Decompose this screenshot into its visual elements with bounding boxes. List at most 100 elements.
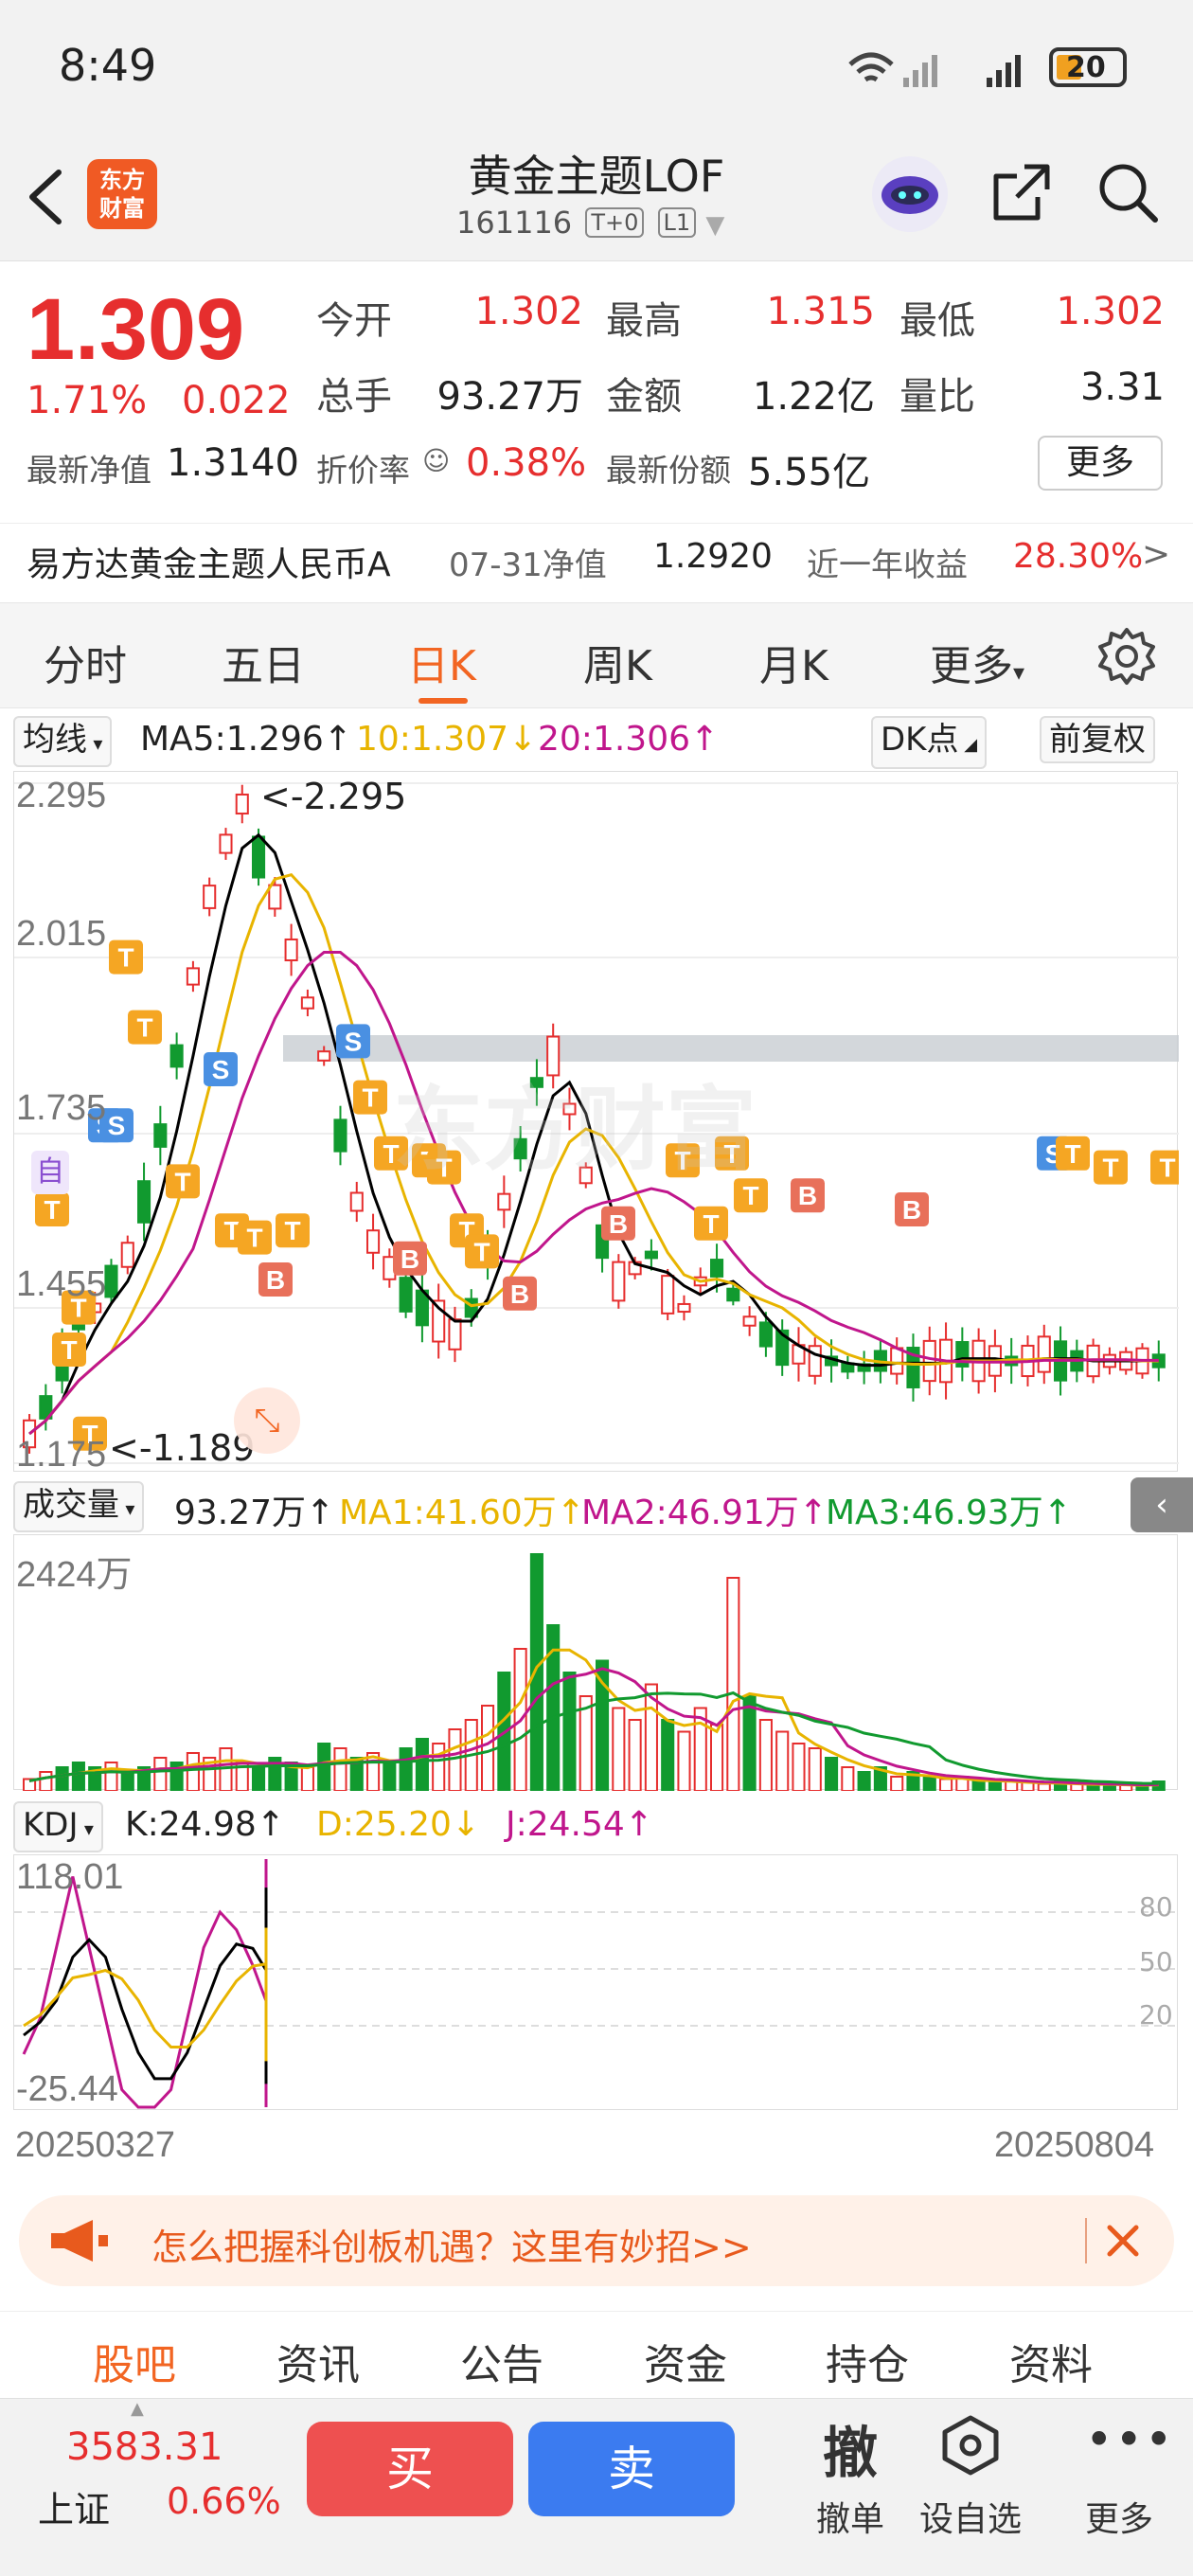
change-percent: 1.71% bbox=[27, 379, 148, 422]
y-label-1175: 1.175 bbox=[16, 1435, 107, 1475]
signal-badge-letter: T bbox=[1159, 1154, 1175, 1183]
kdj-chart[interactable]: 118.01 -25.44 80 50 20 bbox=[13, 1854, 1179, 2110]
ma-legend-bar: 均线 ▾ MA5:1.296↑ 10:1.307↓ 20:1.306↑ DK点 … bbox=[0, 712, 1193, 769]
candle-body bbox=[890, 1347, 904, 1375]
info-icon[interactable]: ☺ bbox=[422, 445, 450, 476]
tab-more[interactable]: 更多▾ bbox=[930, 632, 1024, 692]
index-caret-icon: ▲ bbox=[131, 2399, 144, 2419]
dk-point-button[interactable]: DK点 ◢ bbox=[871, 716, 988, 769]
candle-body bbox=[203, 885, 217, 909]
amount-label: 金额 bbox=[606, 375, 682, 419]
search-icon[interactable] bbox=[1095, 159, 1161, 225]
candle-body bbox=[349, 1191, 364, 1212]
nav-value: 1.3140 bbox=[167, 441, 299, 485]
tab-monthly-k[interactable]: 月K bbox=[759, 632, 828, 692]
change-amount: 0.022 bbox=[182, 379, 291, 422]
kline-chart[interactable]: TTTTSSTTTSTTBTSTTBTTTTBBTTTTBBSTTT 2.295… bbox=[13, 771, 1179, 1475]
vol-ma2-legend: MA2:46.91万↑ bbox=[581, 1494, 828, 1532]
volume-bar bbox=[39, 1771, 53, 1791]
tab-profile[interactable]: 资料 bbox=[1009, 2331, 1093, 2391]
withdraw-label[interactable]: 撤单 bbox=[784, 2492, 917, 2541]
open-value: 1.302 bbox=[474, 290, 583, 333]
collapse-panel-button[interactable]: ‹ bbox=[1131, 1477, 1193, 1532]
candle-body bbox=[120, 1242, 134, 1268]
vol-ma3-line bbox=[28, 1690, 1159, 1785]
volume-select[interactable]: 成交量 ▾ bbox=[13, 1481, 145, 1532]
volume-bar bbox=[661, 1719, 675, 1791]
kdj-select[interactable]: KDJ ▾ bbox=[13, 1801, 103, 1852]
kdj-legend-bar: KDJ ▾ K:24.98↑ D:25.20↓ J:24.54↑ bbox=[0, 1798, 1193, 1852]
low-value: 1.302 bbox=[1056, 290, 1165, 333]
tab-intraday[interactable]: 分时 bbox=[44, 632, 127, 692]
tab-forum[interactable]: 股吧 bbox=[93, 2331, 176, 2391]
index-percent: 0.66% bbox=[167, 2480, 281, 2522]
kdj-d-line bbox=[23, 1927, 268, 2062]
kdj-k-line bbox=[23, 1887, 268, 2084]
signal-badge-letter: T bbox=[284, 1216, 300, 1245]
candle-body bbox=[169, 1044, 184, 1068]
signal-badge-letter: T bbox=[1064, 1139, 1080, 1169]
signal-badge-letter: T bbox=[1102, 1154, 1118, 1183]
more-button[interactable]: 更多 bbox=[1038, 436, 1163, 491]
tab-weekly-k[interactable]: 周K bbox=[583, 632, 652, 692]
buy-button[interactable]: 买 bbox=[307, 2422, 513, 2516]
kdj-level-20: 20 bbox=[1139, 1999, 1173, 2030]
low-label: 最低 bbox=[899, 299, 975, 343]
settings-gear-icon[interactable] bbox=[1096, 626, 1157, 687]
robot-assistant-icon[interactable] bbox=[869, 153, 951, 235]
share-icon[interactable] bbox=[988, 159, 1055, 225]
volume-bar bbox=[628, 1719, 642, 1791]
shares-label: 最新份额 bbox=[606, 452, 731, 489]
candle-body bbox=[219, 833, 233, 854]
tab-news[interactable]: 资讯 bbox=[276, 2331, 360, 2391]
high-marker: <-2.295 bbox=[260, 776, 407, 817]
stock-code: 161116 bbox=[456, 205, 573, 241]
adjust-select[interactable]: 前复权 bbox=[1040, 716, 1155, 763]
withdraw-icon[interactable]: 撤 bbox=[793, 2408, 907, 2485]
signal-badge-letter: S bbox=[212, 1055, 230, 1084]
candle-body bbox=[710, 1259, 724, 1278]
watchlist-icon[interactable] bbox=[939, 2414, 1002, 2477]
shares-value: 5.55亿 bbox=[748, 451, 871, 494]
candle-body bbox=[153, 1123, 168, 1148]
tab-five-day[interactable]: 五日 bbox=[222, 632, 305, 692]
tab-holdings[interactable]: 持仓 bbox=[826, 2331, 909, 2391]
volume-bar bbox=[448, 1728, 462, 1791]
candle-body bbox=[235, 793, 249, 815]
watchlist-label[interactable]: 设自选 bbox=[904, 2492, 1037, 2541]
ratio-value: 3.31 bbox=[1079, 366, 1165, 409]
volume-bar bbox=[333, 1747, 347, 1791]
tab-announcements[interactable]: 公告 bbox=[460, 2331, 543, 2391]
tab-daily-k[interactable]: 日K bbox=[407, 632, 476, 692]
signal-badge-letter: B bbox=[401, 1244, 419, 1274]
volume-bar bbox=[939, 1778, 953, 1791]
ad-banner[interactable]: 怎么把握科创板机遇？这里有妙招>> bbox=[19, 2195, 1174, 2286]
megaphone-icon bbox=[51, 2220, 108, 2262]
signal-badge-letter: S bbox=[345, 1027, 363, 1056]
volume-bar bbox=[186, 1752, 200, 1791]
auto-tag[interactable]: 自 bbox=[31, 1151, 69, 1194]
date-end: 20250804 bbox=[994, 2125, 1155, 2165]
close-icon[interactable] bbox=[1104, 2222, 1142, 2260]
sell-button[interactable]: 卖 bbox=[528, 2422, 735, 2516]
status-bar: 8:49 20 bbox=[0, 0, 1193, 133]
dropdown-triangle-icon[interactable]: ▼ bbox=[705, 211, 724, 240]
volume-value: 93.27万 bbox=[436, 375, 583, 419]
vol-ma1-legend: MA1:41.60万↑ bbox=[339, 1494, 585, 1532]
more-dots-icon[interactable]: ••• bbox=[1085, 2412, 1174, 2467]
volume-bar bbox=[153, 1757, 168, 1791]
candle-body bbox=[317, 1050, 331, 1062]
volume-chart[interactable]: 2424万 bbox=[13, 1534, 1178, 1791]
tab-funds[interactable]: 资金 bbox=[644, 2331, 727, 2391]
candle-body bbox=[333, 1118, 347, 1153]
indicator-select[interactable]: 均线 ▾ bbox=[13, 716, 113, 767]
volume-bar bbox=[922, 1776, 936, 1791]
fund-link-row[interactable]: 易方达黄金主题人民币A 07-31净值 1.2920 近一年收益 28.30% … bbox=[0, 523, 1193, 591]
more-label[interactable]: 更多 bbox=[1053, 2492, 1185, 2541]
volume-bar bbox=[825, 1757, 839, 1791]
signal-badge-letter: T bbox=[117, 943, 134, 973]
ad-divider bbox=[1085, 2218, 1087, 2263]
index-value[interactable]: 3583.31 bbox=[66, 2425, 223, 2469]
expand-icon[interactable]: ⤡ bbox=[234, 1387, 300, 1454]
volume-bar bbox=[792, 1743, 806, 1791]
